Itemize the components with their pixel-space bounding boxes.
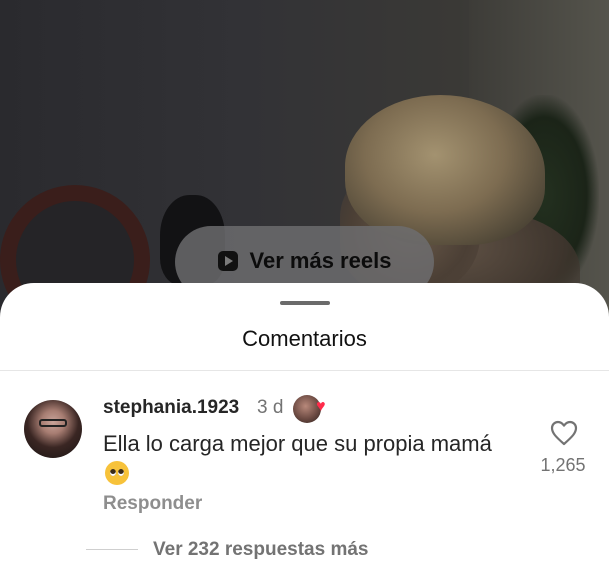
pleading-face-icon xyxy=(105,461,129,485)
comment-timestamp: 3 d xyxy=(257,397,284,418)
creator-liked-heart-icon: ♥ xyxy=(316,398,326,415)
comment-text: Ella lo carga mejor que su propia mamá xyxy=(103,429,513,489)
comment-item: stephania.1923 3 d ♥ Ella lo carga mejor… xyxy=(0,283,609,570)
heart-icon[interactable] xyxy=(550,420,578,446)
comment-body: Ella lo carga mejor que su propia mamá xyxy=(103,431,492,456)
avatar-glasses xyxy=(39,419,67,427)
play-square-icon xyxy=(217,251,238,271)
ver-mas-reels-label: Ver más reels xyxy=(249,248,392,273)
comments-sheet: Comentarios stephania.1923 3 d ♥ Ella lo… xyxy=(0,283,609,570)
view-replies-button[interactable]: Ver 232 respuestas más xyxy=(153,539,369,561)
avatar[interactable] xyxy=(24,400,82,458)
reply-button[interactable]: Responder xyxy=(103,493,202,515)
like-count: 1,265 xyxy=(540,455,586,475)
replies-divider-line xyxy=(86,549,138,550)
comment-username[interactable]: stephania.1923 xyxy=(103,397,239,419)
